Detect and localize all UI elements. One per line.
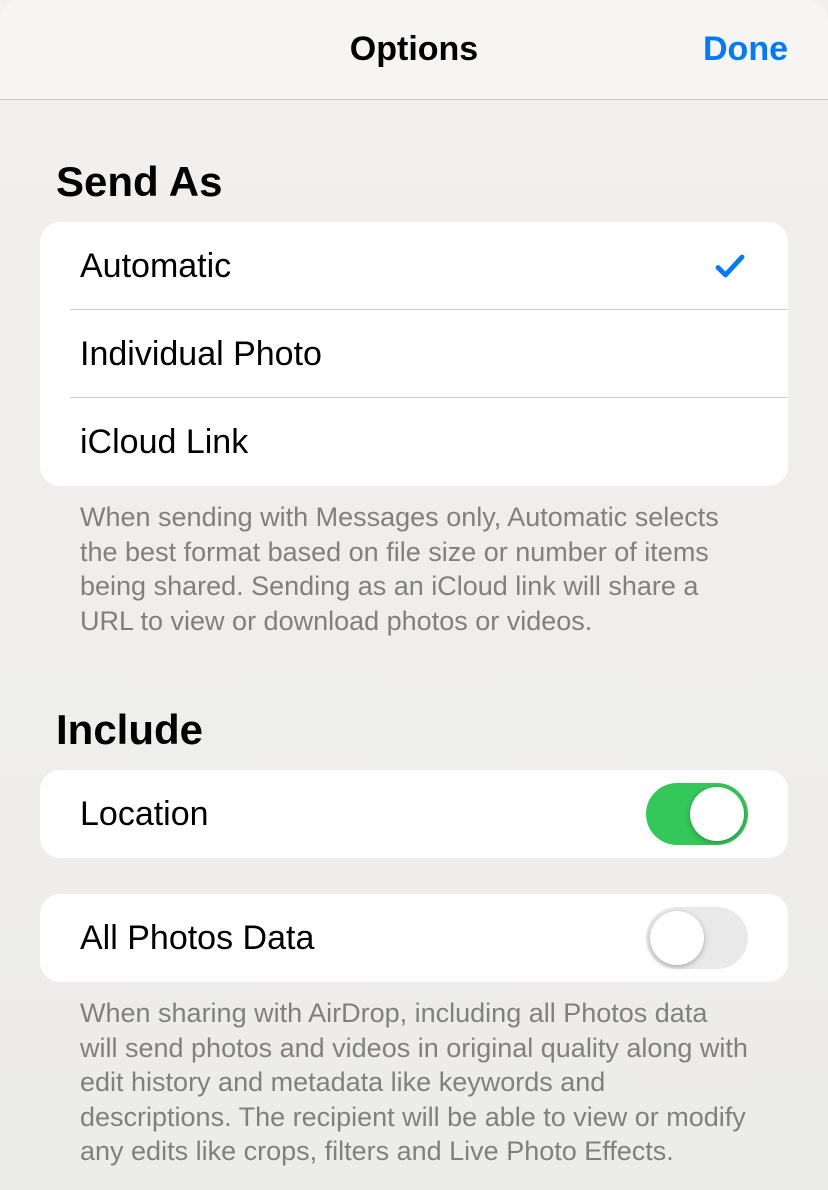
send-as-footer-text: When sending with Messages only, Automat… [40,486,788,638]
send-as-option-icloud-link[interactable]: iCloud Link [40,398,788,486]
toggle-knob [650,911,704,965]
location-toggle[interactable] [646,783,748,845]
toggle-knob [690,787,744,841]
send-as-group: Automatic Individual Photo iCloud Link [40,222,788,486]
include-all-photos-data-group: All Photos Data [40,894,788,982]
include-all-photos-data-label: All Photos Data [80,919,314,958]
send-as-option-label: Automatic [80,247,231,286]
send-as-option-automatic[interactable]: Automatic [40,222,788,310]
navigation-bar: Options Done [0,0,828,100]
include-footer-text: When sharing with AirDrop, including all… [40,982,788,1169]
include-all-photos-data-row[interactable]: All Photos Data [40,894,788,982]
send-as-option-individual-photo[interactable]: Individual Photo [40,310,788,398]
page-title: Options [350,30,478,69]
content-area: Send As Automatic Individual Photo iClou… [0,158,828,1169]
send-as-section-header: Send As [40,158,788,206]
done-button[interactable]: Done [703,30,788,69]
include-location-row[interactable]: Location [40,770,788,858]
send-as-option-label: Individual Photo [80,335,322,374]
include-location-label: Location [80,795,209,834]
send-as-option-label: iCloud Link [80,423,248,462]
checkmark-icon [712,248,748,284]
all-photos-data-toggle[interactable] [646,907,748,969]
include-location-group: Location [40,770,788,858]
include-section-header: Include [40,706,788,754]
